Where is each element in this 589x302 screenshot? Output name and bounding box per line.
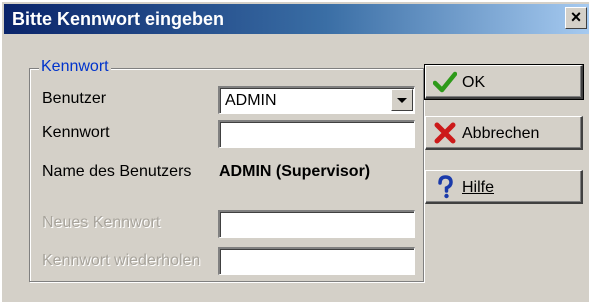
dialog-title: Bitte Kennwort eingeben <box>12 9 225 29</box>
new-password-input[interactable] <box>220 212 414 237</box>
new-password-field[interactable] <box>218 210 415 238</box>
close-icon: × <box>570 7 582 27</box>
help-button[interactable]: Hilfe <box>425 170 583 204</box>
username-label: Name des Benutzers <box>42 163 192 180</box>
user-select[interactable]: ADMIN <box>218 86 415 114</box>
cross-icon <box>434 122 456 144</box>
password-label: Kennwort <box>42 124 110 141</box>
user-select-value: ADMIN <box>225 92 277 109</box>
groupbox-legend: Kennwort <box>39 58 111 76</box>
repeat-password-input[interactable] <box>220 249 414 274</box>
password-dialog: Bitte Kennwort eingeben × Kennwort Benut… <box>0 0 589 302</box>
cancel-button-label: Abbrechen <box>462 125 540 142</box>
repeat-password-field[interactable] <box>218 247 415 275</box>
repeat-password-label: Kennwort wiederholen <box>42 252 201 269</box>
user-label: Benutzer <box>42 90 107 107</box>
password-input[interactable] <box>220 122 414 147</box>
close-button[interactable]: × <box>565 7 587 29</box>
help-button-label: Hilfe <box>462 179 495 196</box>
ok-button[interactable]: OK <box>424 64 584 100</box>
title-bar: Bitte Kennwort eingeben × <box>4 4 589 34</box>
new-password-label: Neues Kennwort <box>42 214 161 231</box>
question-mark-icon <box>438 175 453 199</box>
cancel-button[interactable]: Abbrechen <box>425 116 583 150</box>
ok-button-label: OK <box>462 74 486 91</box>
checkmark-icon <box>433 71 457 93</box>
chevron-down-icon[interactable] <box>391 89 413 111</box>
password-field[interactable] <box>218 120 415 148</box>
username-value: ADMIN (Supervisor) <box>219 163 371 180</box>
